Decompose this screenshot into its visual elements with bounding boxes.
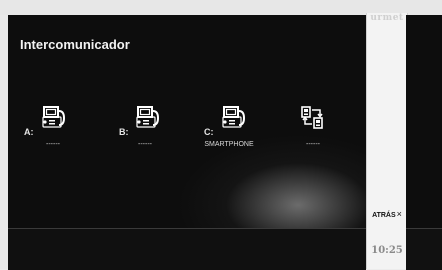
option-b-label: ------: [138, 141, 152, 148]
intercom-device-icon[interactable]: [132, 105, 160, 131]
page-title: Intercomunicador: [20, 37, 130, 52]
right-panel: [406, 15, 442, 270]
back-label: ATRÁS: [372, 212, 396, 219]
option-b-letter: B:: [119, 127, 129, 137]
brand-logo: urmet: [370, 13, 404, 23]
main-panel: Intercomunicador A: ------ B: ------ C:: [8, 15, 366, 270]
clock-time: 10:25: [371, 245, 403, 256]
option-c-label: SMARTPHONE: [204, 141, 254, 148]
screen-frame: Intercomunicador A: ------ B: ------ C:: [0, 0, 442, 270]
close-icon: ×: [396, 209, 402, 219]
right-bottom-bar: [406, 228, 442, 270]
intercom-device-icon[interactable]: [218, 105, 246, 131]
intercom-device-icon[interactable]: [38, 105, 66, 131]
side-strip: urmet ATRÁS× 10:25: [366, 13, 408, 269]
transfer-devices-icon[interactable]: [299, 105, 327, 131]
option-a-label: ------: [46, 141, 60, 148]
option-d-label: ------: [306, 141, 320, 148]
option-c-letter: C:: [204, 127, 214, 137]
option-a-letter: A:: [24, 127, 34, 137]
bottom-bar: [8, 228, 366, 270]
back-button[interactable]: ATRÁS×: [367, 209, 407, 219]
